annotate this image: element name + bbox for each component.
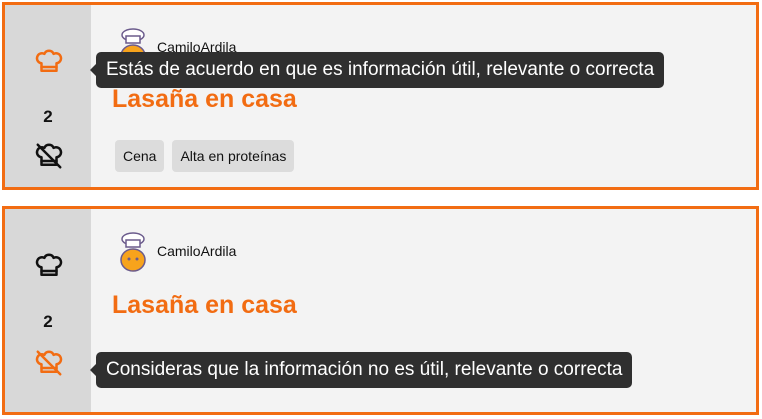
chef-hat-icon	[35, 49, 63, 72]
upvote-button[interactable]	[32, 45, 66, 79]
vote-count: 2	[43, 107, 53, 126]
tag-list: Cena Alta en proteínas	[115, 140, 295, 172]
author[interactable]: CamiloArdila	[115, 229, 236, 273]
avatar	[120, 232, 146, 272]
upvote-button[interactable]	[32, 249, 66, 283]
recipe-card-upvote-hover: 2 CamiloArdila Lasaña en casa Cena Alta …	[2, 2, 759, 190]
vote-column: 2	[5, 5, 91, 187]
upvote-tooltip: Estás de acuerdo en que es información ú…	[89, 52, 665, 88]
tag[interactable]: Cena	[115, 140, 165, 172]
chef-hat-off-icon	[35, 143, 63, 169]
vote-column: 2	[5, 209, 91, 412]
vote-count: 2	[43, 312, 53, 331]
tag[interactable]: Alta en proteínas	[172, 140, 295, 172]
downvote-button[interactable]	[32, 139, 66, 173]
chef-hat-icon	[35, 253, 63, 276]
chef-hat-off-icon	[35, 350, 63, 376]
recipe-title[interactable]: Lasaña en casa	[112, 291, 297, 320]
recipe-card-downvote-hover: 2 CamiloArdila Lasaña en casa Consideras…	[2, 206, 759, 415]
author-name: CamiloArdila	[157, 243, 237, 259]
recipe-title[interactable]: Lasaña en casa	[112, 85, 297, 114]
downvote-button[interactable]	[32, 346, 66, 380]
downvote-tooltip: Consideras que la información no es útil…	[89, 352, 633, 388]
